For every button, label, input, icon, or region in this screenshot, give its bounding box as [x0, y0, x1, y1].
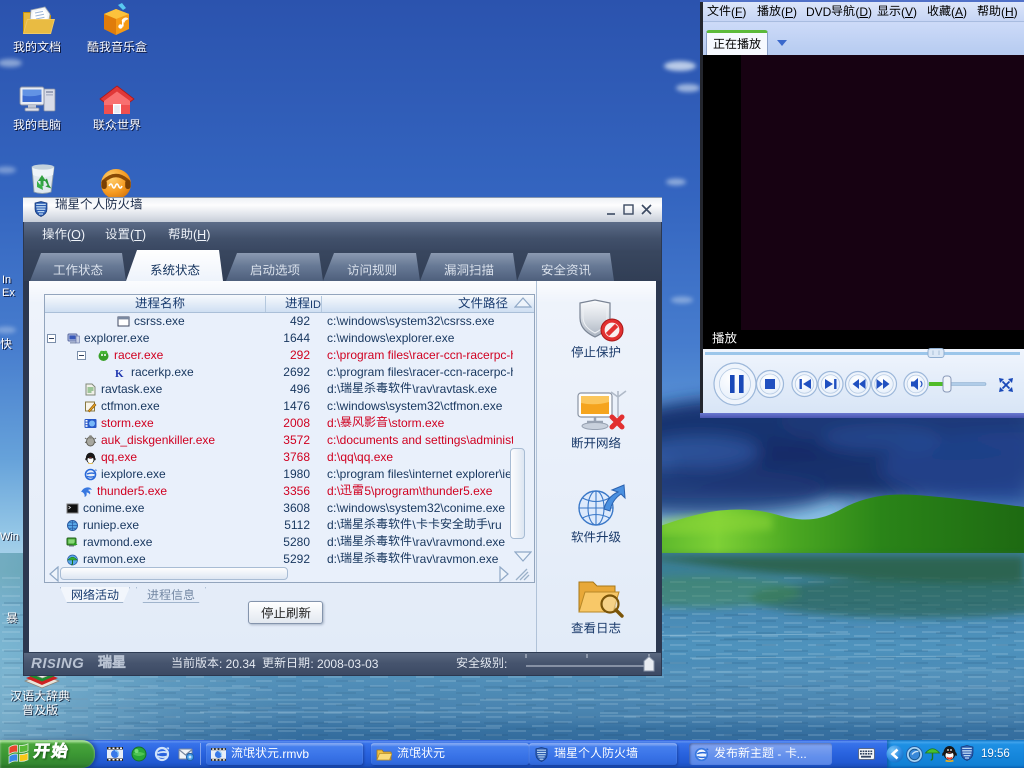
svg-text:K: K	[115, 368, 124, 379]
